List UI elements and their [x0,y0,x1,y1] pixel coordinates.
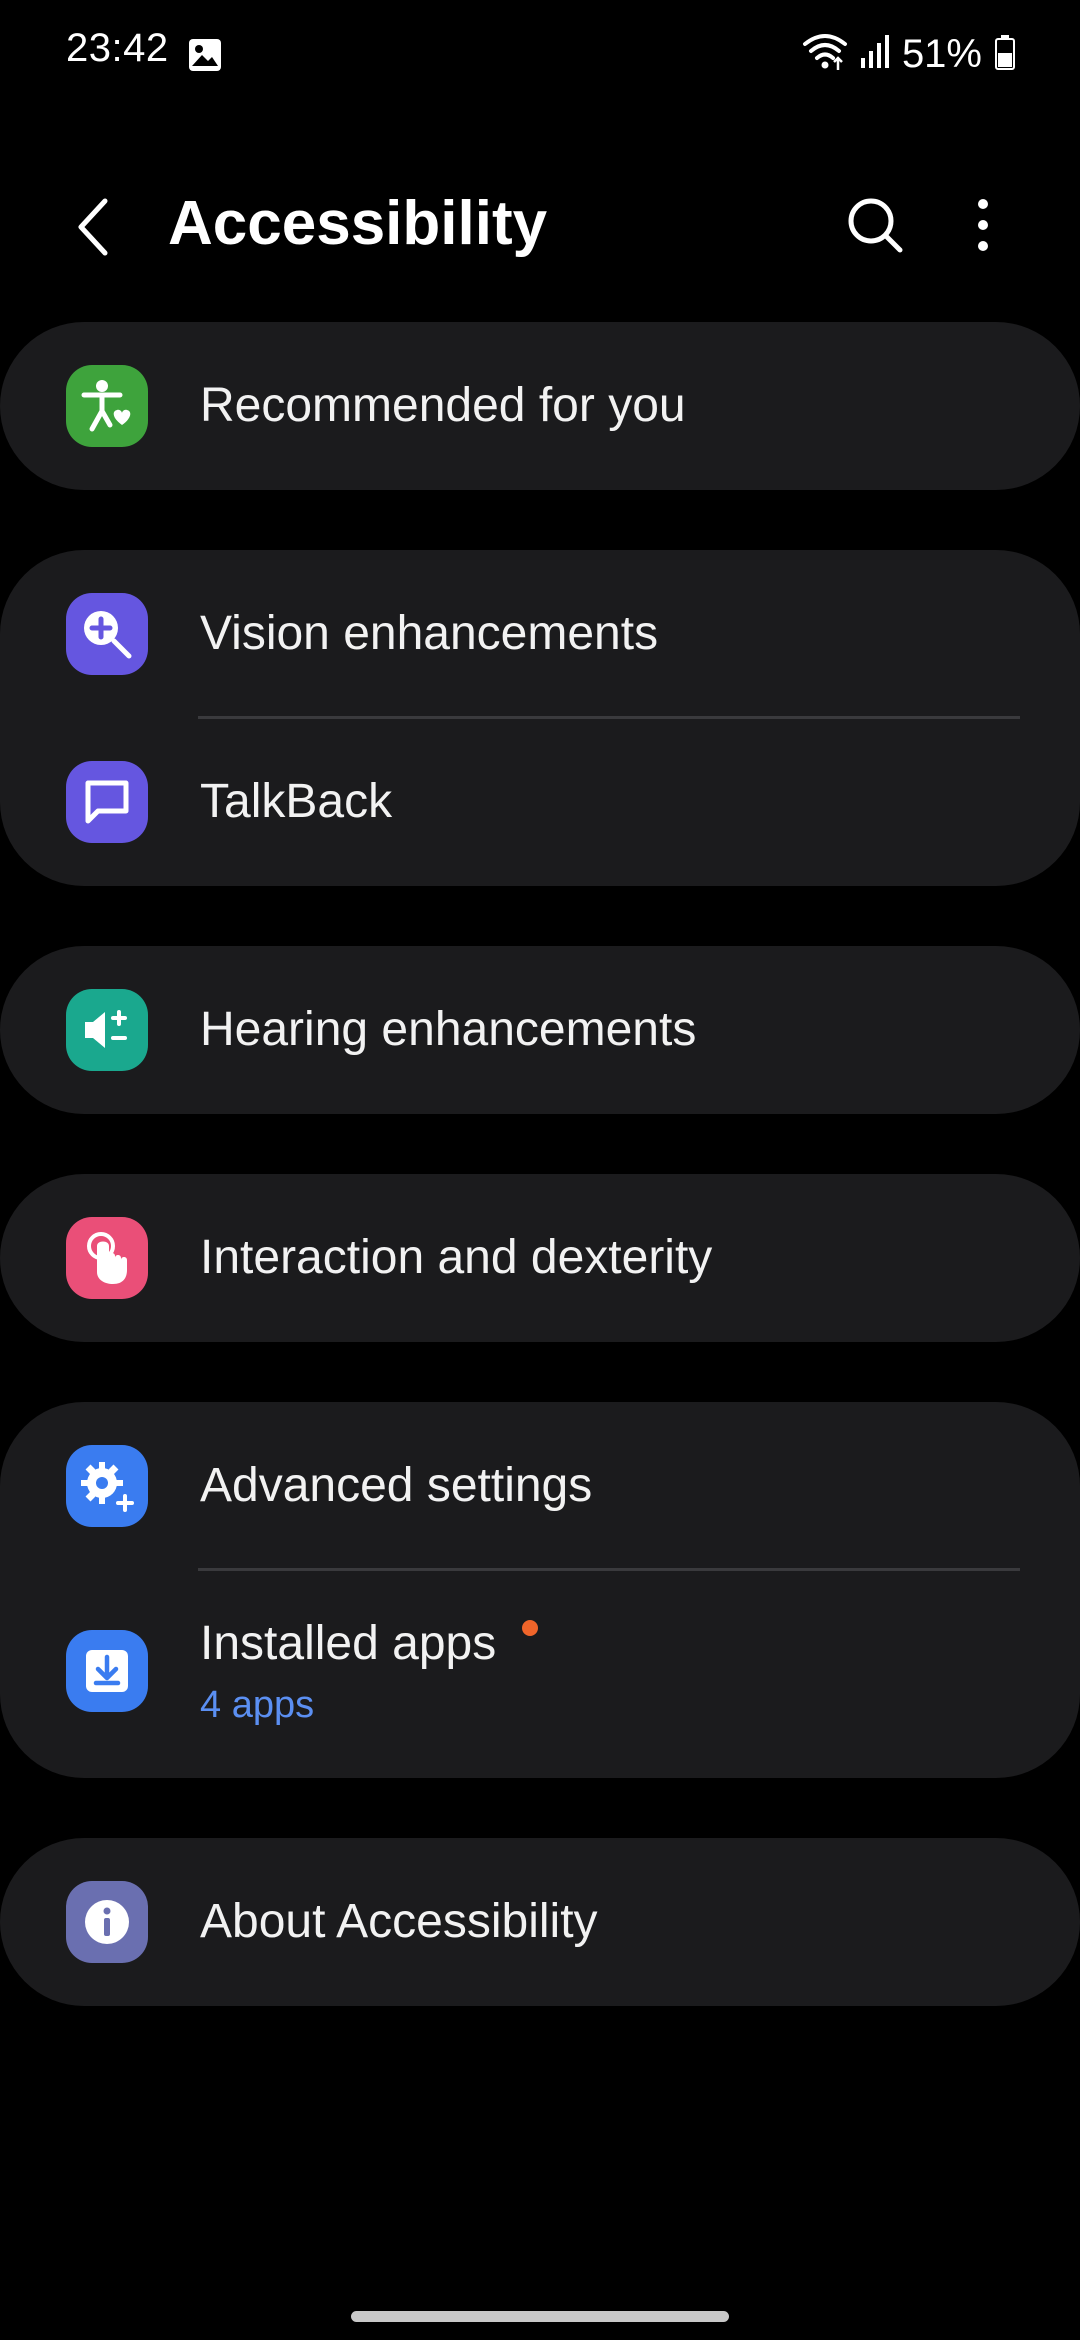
card-about: About Accessibility [0,1838,1080,2006]
menu-item-interaction-dexterity[interactable]: Interaction and dexterity [0,1174,1080,1342]
menu-item-label: Vision enhancements [200,607,659,660]
menu-item-label: Interaction and dexterity [200,1231,713,1284]
gear-plus-icon [66,1445,148,1527]
menu-item-label: Recommended for you [200,379,686,432]
menu-item-label: Hearing enhancements [200,1003,697,1056]
battery-percent: 51% [901,31,982,76]
card-recommended: Recommended for you [0,322,1080,490]
more-options-button[interactable] [950,190,1016,260]
download-box-icon [66,1630,148,1712]
home-indicator[interactable] [351,2311,729,2322]
card-hearing: Hearing enhancements [0,946,1080,1114]
touch-hand-icon [66,1217,148,1299]
wifi-icon [802,32,848,77]
page-title: Accessibility [168,189,548,258]
back-button[interactable] [58,192,128,262]
card-vision: Vision enhancements TalkBack [0,550,1080,886]
signal-icon [860,34,890,75]
menu-item-recommended[interactable]: Recommended for you [0,322,1080,490]
battery-icon [994,34,1016,75]
status-bar: 23:42 51% [0,0,1080,110]
menu-item-advanced-settings[interactable]: Advanced settings [0,1402,1080,1570]
chat-bubble-icon [66,761,148,843]
menu-item-vision-enhancements[interactable]: Vision enhancements [0,550,1080,718]
menu-item-sublabel: 4 apps [200,1684,315,1726]
card-interaction: Interaction and dexterity [0,1174,1080,1342]
menu-item-hearing-enhancements[interactable]: Hearing enhancements [0,946,1080,1114]
menu-item-label: About Accessibility [200,1895,598,1948]
menu-item-installed-apps[interactable]: Installed apps 4 apps [0,1570,1080,1778]
search-button[interactable] [840,190,910,260]
app-bar: Accessibility [0,170,1080,280]
card-advanced: Advanced settings Installed apps 4 apps [0,1402,1080,1778]
new-badge-dot [522,1620,538,1636]
search-icon [848,198,903,253]
volume-plus-minus-icon [66,989,148,1071]
menu-item-talkback[interactable]: TalkBack [0,718,1080,886]
back-icon [78,198,108,256]
zoom-in-icon [66,593,148,675]
menu-item-about-accessibility[interactable]: About Accessibility [0,1838,1080,2006]
info-icon [66,1881,148,1963]
more-vert-icon [978,199,988,251]
accessibility-person-heart-icon [66,365,148,447]
gallery-icon [188,38,222,72]
menu-item-label: Advanced settings [200,1459,593,1512]
menu-item-label: Installed apps [200,1617,497,1670]
status-time: 23:42 [66,26,169,70]
status-right-group: 51% [802,26,1016,82]
menu-item-label: TalkBack [200,775,393,828]
accessibility-screen: 23:42 51% Accessibility Recommended for … [0,0,1080,2340]
